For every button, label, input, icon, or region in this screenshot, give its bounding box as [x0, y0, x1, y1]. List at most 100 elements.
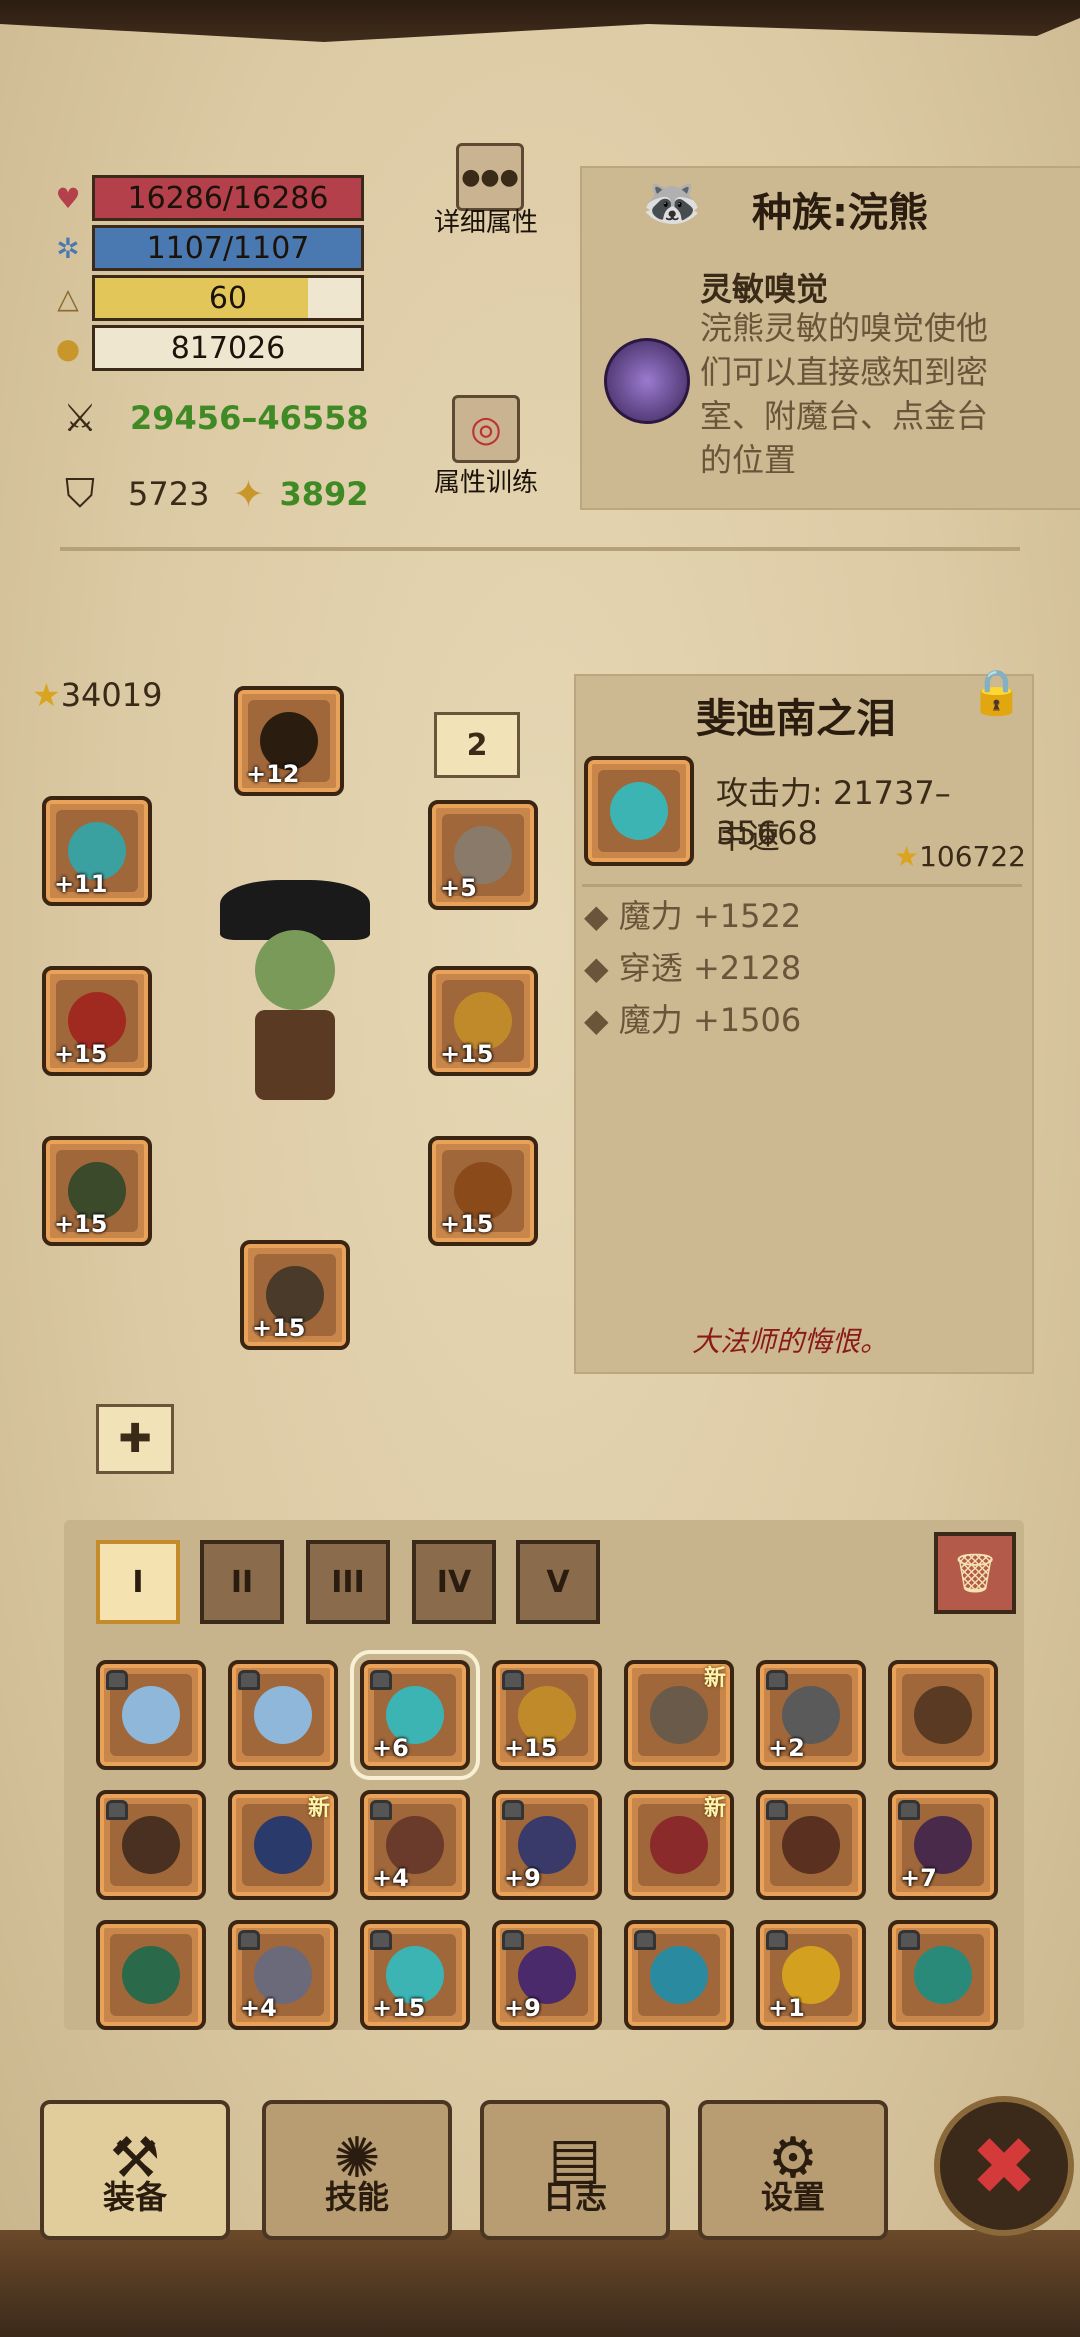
level-value: 60 — [208, 280, 248, 316]
item-level: +2 — [768, 1734, 805, 1762]
lock-icon — [106, 1670, 128, 1690]
slot-level: +15 — [440, 1040, 494, 1068]
inventory-item[interactable] — [888, 1660, 998, 1770]
inventory-item[interactable]: +4 — [360, 1790, 470, 1900]
trait-description: 浣熊灵敏的嗅觉使他们可以直接感知到密室、附魔台、点金台的位置 — [700, 309, 989, 479]
inventory-item[interactable] — [888, 1920, 998, 2030]
close-icon: ✖ — [970, 2119, 1038, 2213]
tab-4[interactable]: IV — [412, 1540, 496, 1624]
shield-icon: ⛉ — [65, 471, 95, 517]
lock-icon — [502, 1800, 524, 1820]
item-icon — [782, 1816, 840, 1874]
lock-icon — [766, 1670, 788, 1690]
bonus-line: ◆ 魔力 +1522 — [584, 897, 802, 935]
inventory-item[interactable]: +9 — [492, 1920, 602, 2030]
trait-icon — [604, 338, 690, 424]
bonus-line: ◆ 魔力 +1506 — [584, 1001, 802, 1039]
inventory-item[interactable]: +15 — [360, 1920, 470, 2030]
amulet-slot[interactable]: +11 — [42, 796, 152, 906]
mp-row: ✲ 1107/1107 — [50, 225, 364, 271]
inventory-item[interactable]: 新 — [624, 1790, 734, 1900]
bottom-frame — [0, 2230, 1080, 2337]
tab-3[interactable]: III — [306, 1540, 390, 1624]
lock-icon — [898, 1930, 920, 1950]
item-icon — [254, 1686, 312, 1744]
item-icon — [122, 1816, 180, 1874]
add-button[interactable]: ✚ — [96, 1404, 174, 1474]
new-badge: 新 — [307, 1796, 330, 1821]
lock-icon[interactable]: 🔒 — [969, 666, 1024, 718]
item-level: +9 — [504, 1864, 541, 1892]
lock-icon — [238, 1930, 260, 1950]
slot-level: +15 — [54, 1040, 108, 1068]
raccoon-icon: 🦝 — [642, 175, 702, 231]
inventory-item[interactable]: +2 — [756, 1660, 866, 1770]
target-icon: ◎ — [470, 408, 502, 450]
inventory-item[interactable] — [756, 1790, 866, 1900]
inventory-item[interactable]: 新 — [228, 1790, 338, 1900]
lock-icon — [238, 1670, 260, 1690]
inventory-item[interactable]: +15 — [492, 1660, 602, 1770]
inventory-item[interactable] — [228, 1660, 338, 1770]
inventory-item[interactable]: +6 — [350, 1650, 480, 1780]
item-level: +7 — [900, 1864, 937, 1892]
item-level: +1 — [768, 1994, 805, 2022]
helmet-slot[interactable]: +12 — [234, 686, 344, 796]
item-icon — [122, 1686, 180, 1744]
offhand-slot[interactable]: +15 — [428, 966, 538, 1076]
inventory-item[interactable]: +9 — [492, 1790, 602, 1900]
slot-level: +15 — [252, 1314, 306, 1342]
inventory-item[interactable] — [96, 1920, 206, 2030]
lock-icon — [766, 1930, 788, 1950]
tab-2[interactable]: II — [200, 1540, 284, 1624]
lock-icon — [370, 1930, 392, 1950]
weapon-slot[interactable]: +15 — [42, 966, 152, 1076]
divider — [60, 547, 1020, 551]
inventory-item[interactable]: +4 — [228, 1920, 338, 2030]
nav-settings[interactable]: ⚙ 设置 — [698, 2100, 888, 2240]
inventory-item[interactable] — [624, 1920, 734, 2030]
axe-icon: ⚒ — [109, 2126, 161, 2191]
gear-icon: ⚙ — [767, 2126, 819, 2191]
gloves-slot[interactable]: +15 — [42, 1136, 152, 1246]
inventory-item[interactable]: +7 — [888, 1790, 998, 1900]
tab-1[interactable]: I — [96, 1540, 180, 1624]
armor-slot[interactable]: +15 — [428, 1136, 538, 1246]
item-icon — [914, 1946, 972, 2004]
lock-icon — [502, 1930, 524, 1950]
page-badge[interactable]: 2 — [434, 712, 520, 778]
nav-skills[interactable]: ✺ 技能 — [262, 2100, 452, 2240]
belt-slot[interactable]: +5 — [428, 800, 538, 910]
lock-icon — [634, 1930, 656, 1950]
level-row: △ 60 — [50, 275, 364, 321]
inventory-item[interactable] — [96, 1660, 206, 1770]
training-button[interactable]: ◎ — [452, 395, 520, 463]
agility-value: 3892 — [279, 475, 369, 513]
item-score: ★106722 — [894, 840, 1026, 873]
plus-icon: ✚ — [118, 1416, 152, 1462]
close-button[interactable]: ✖ — [934, 2096, 1074, 2236]
item-speed: 中速 — [716, 818, 781, 856]
skill-icon: ✺ — [333, 2126, 381, 2191]
new-badge: 新 — [703, 1666, 726, 1691]
defense-value: 5723 — [128, 475, 210, 513]
nav-equip[interactable]: ⚒ 装备 — [40, 2100, 230, 2240]
level-bar: 60 — [92, 275, 364, 321]
new-badge: 新 — [703, 1796, 726, 1821]
nav-log[interactable]: ▤ 日志 — [480, 2100, 670, 2240]
agility-icon: ✦ — [232, 472, 265, 516]
mana-icon: ✲ — [56, 231, 80, 265]
trash-button[interactable]: 🗑 — [934, 1532, 1016, 1614]
item-flavor: 大法师的悔恨。 — [692, 1325, 889, 1358]
inventory-item[interactable]: 新 — [624, 1660, 734, 1770]
inventory-item[interactable]: +1 — [756, 1920, 866, 2030]
tab-5[interactable]: V — [516, 1540, 600, 1624]
trash-icon: 🗑 — [950, 1550, 1000, 1595]
slot-level: +5 — [440, 874, 477, 902]
inventory-item[interactable] — [96, 1790, 206, 1900]
boots-slot[interactable]: +15 — [240, 1240, 350, 1350]
details-button[interactable]: ●●● — [456, 143, 524, 211]
star-icon: ★ — [894, 840, 920, 873]
item-icon — [650, 1686, 708, 1744]
crossed-swords-icon: ⚔ — [62, 396, 98, 440]
